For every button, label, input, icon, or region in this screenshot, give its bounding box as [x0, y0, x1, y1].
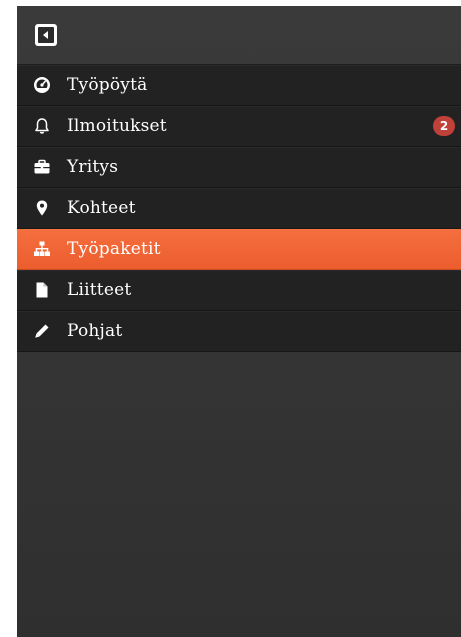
sidebar-item-label: Kohteet: [67, 198, 136, 218]
sidebar-item-label: Työpaketit: [67, 239, 161, 259]
sidebar-item-tyopaketit[interactable]: Työpaketit: [17, 229, 461, 270]
bell-icon: [33, 117, 51, 135]
collapse-sidebar-button[interactable]: [35, 24, 57, 46]
sidebar-item-pohjat[interactable]: Pohjat: [17, 311, 461, 352]
sidebar-item-label: Liitteet: [67, 280, 132, 300]
sitemap-icon: [33, 240, 51, 258]
map-marker-icon: [33, 199, 51, 217]
sidebar-item-tyopoyta[interactable]: Työpöytä: [17, 65, 461, 106]
sidebar-header: [17, 6, 461, 64]
sidebar-item-label: Ilmoitukset: [67, 116, 167, 136]
sidebar-item-label: Työpöytä: [67, 75, 148, 95]
sidebar-item-kohteet[interactable]: Kohteet: [17, 188, 461, 229]
sidebar-item-liitteet[interactable]: Liitteet: [17, 270, 461, 311]
sidebar-item-label: Pohjat: [67, 321, 123, 341]
sidebar-item-ilmoitukset[interactable]: Ilmoitukset 2: [17, 106, 461, 147]
sidebar-item-label: Yritys: [67, 157, 119, 177]
sidebar-nav: Työpöytä Ilmoitukset 2 Yritys Kohteet Ty…: [17, 64, 461, 352]
sidebar-item-yritys[interactable]: Yritys: [17, 147, 461, 188]
file-icon: [33, 281, 51, 299]
pencil-icon: [33, 322, 51, 340]
caret-left-square-icon: [38, 27, 54, 43]
dashboard-icon: [33, 76, 51, 94]
notification-count-badge: 2: [433, 116, 455, 136]
briefcase-icon: [33, 158, 51, 176]
sidebar: Työpöytä Ilmoitukset 2 Yritys Kohteet Ty…: [17, 6, 461, 637]
